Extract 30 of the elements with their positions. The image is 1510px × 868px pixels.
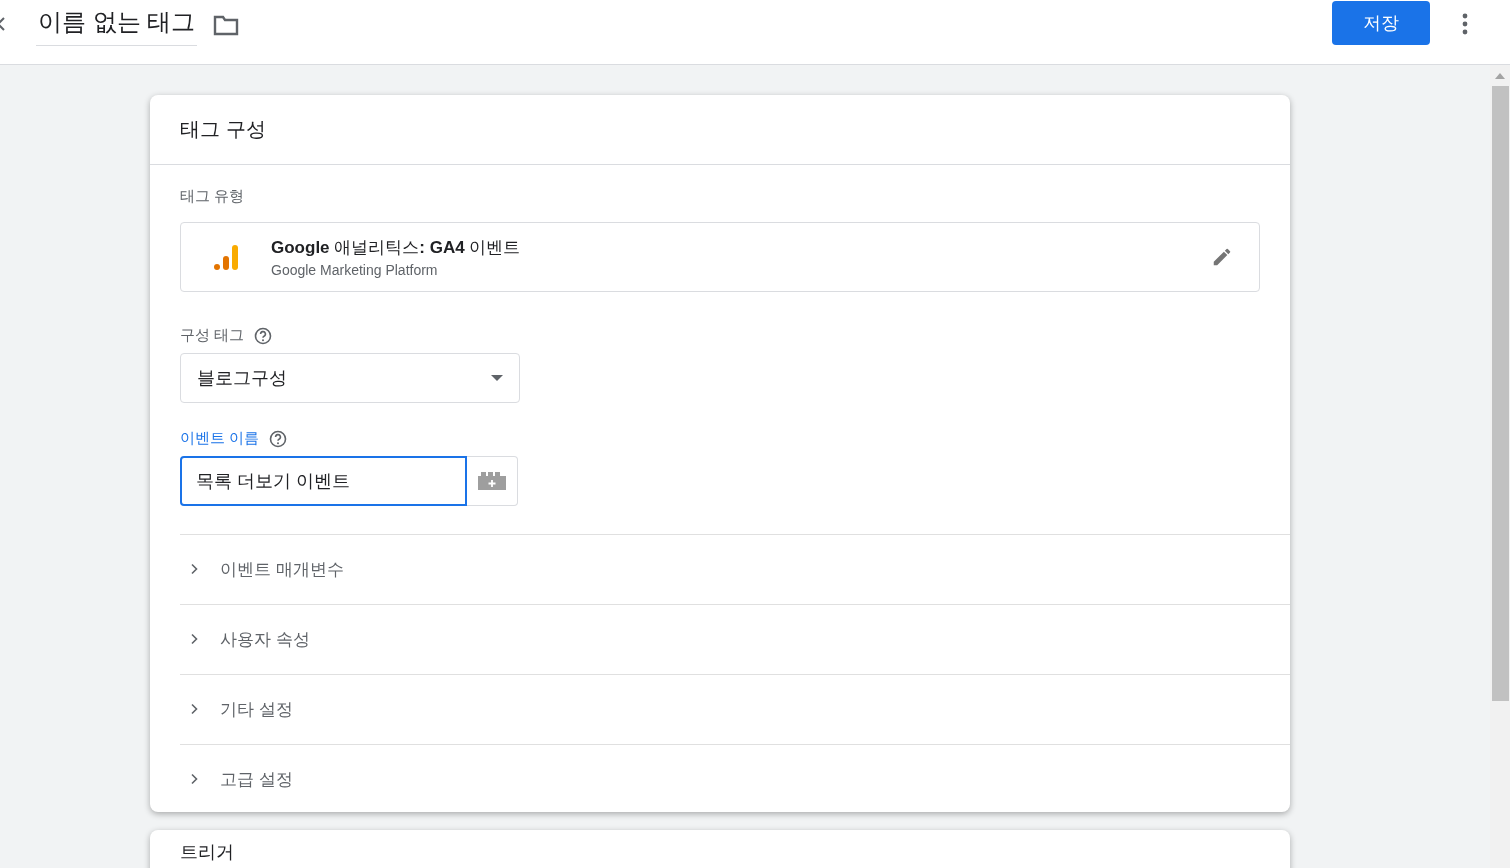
section-header[interactable]: 사용자 속성 [180, 605, 1290, 673]
section-title: 기타 설정 [220, 698, 293, 721]
tag-type-card[interactable]: Google 애널리틱스: GA4 이벤트 Google Marketing Platform [180, 222, 1260, 292]
help-icon[interactable] [269, 429, 288, 448]
section-title: 고급 설정 [220, 768, 293, 791]
field-label: 구성 태그 [180, 326, 245, 345]
field-label: 태그 유형 [180, 187, 245, 206]
more-icon[interactable] [1462, 13, 1468, 35]
variable-icon [478, 472, 506, 490]
bar-chart-icon [213, 243, 239, 271]
section-title: 이벤트 매개변수 [220, 558, 344, 581]
section-header[interactable]: 고급 설정 [180, 745, 1290, 813]
section-title: 사용자 속성 [220, 628, 310, 651]
section-header[interactable]: 기타 설정 [180, 675, 1290, 743]
caret-icon [491, 375, 503, 381]
config-tag-dropdown[interactable]: 블로그구성 [180, 353, 520, 403]
section-header[interactable]: 이벤트 매개변수 [180, 535, 1290, 603]
scrollbar-thumb[interactable] [1491, 86, 1509, 701]
card-title: 태그 구성 [180, 117, 266, 142]
field-label: 이벤트 이름 [180, 429, 260, 448]
event-name-field[interactable]: 목록 더보기 이벤트 [180, 456, 467, 506]
tag-name-field[interactable]: 이름 없는 태그 [36, 0, 198, 46]
card-title: 트리거 [180, 842, 234, 862]
pencil-icon[interactable] [1211, 246, 1233, 268]
tag-type-name: Google 애널리틱스: GA4 이벤트 [271, 237, 521, 259]
help-icon[interactable] [254, 326, 273, 345]
folder-icon[interactable] [213, 14, 240, 36]
variable-button[interactable] [467, 456, 518, 506]
save-button[interactable]: 저장 [1332, 1, 1430, 45]
tag-type-provider: Google Marketing Platform [271, 262, 439, 278]
